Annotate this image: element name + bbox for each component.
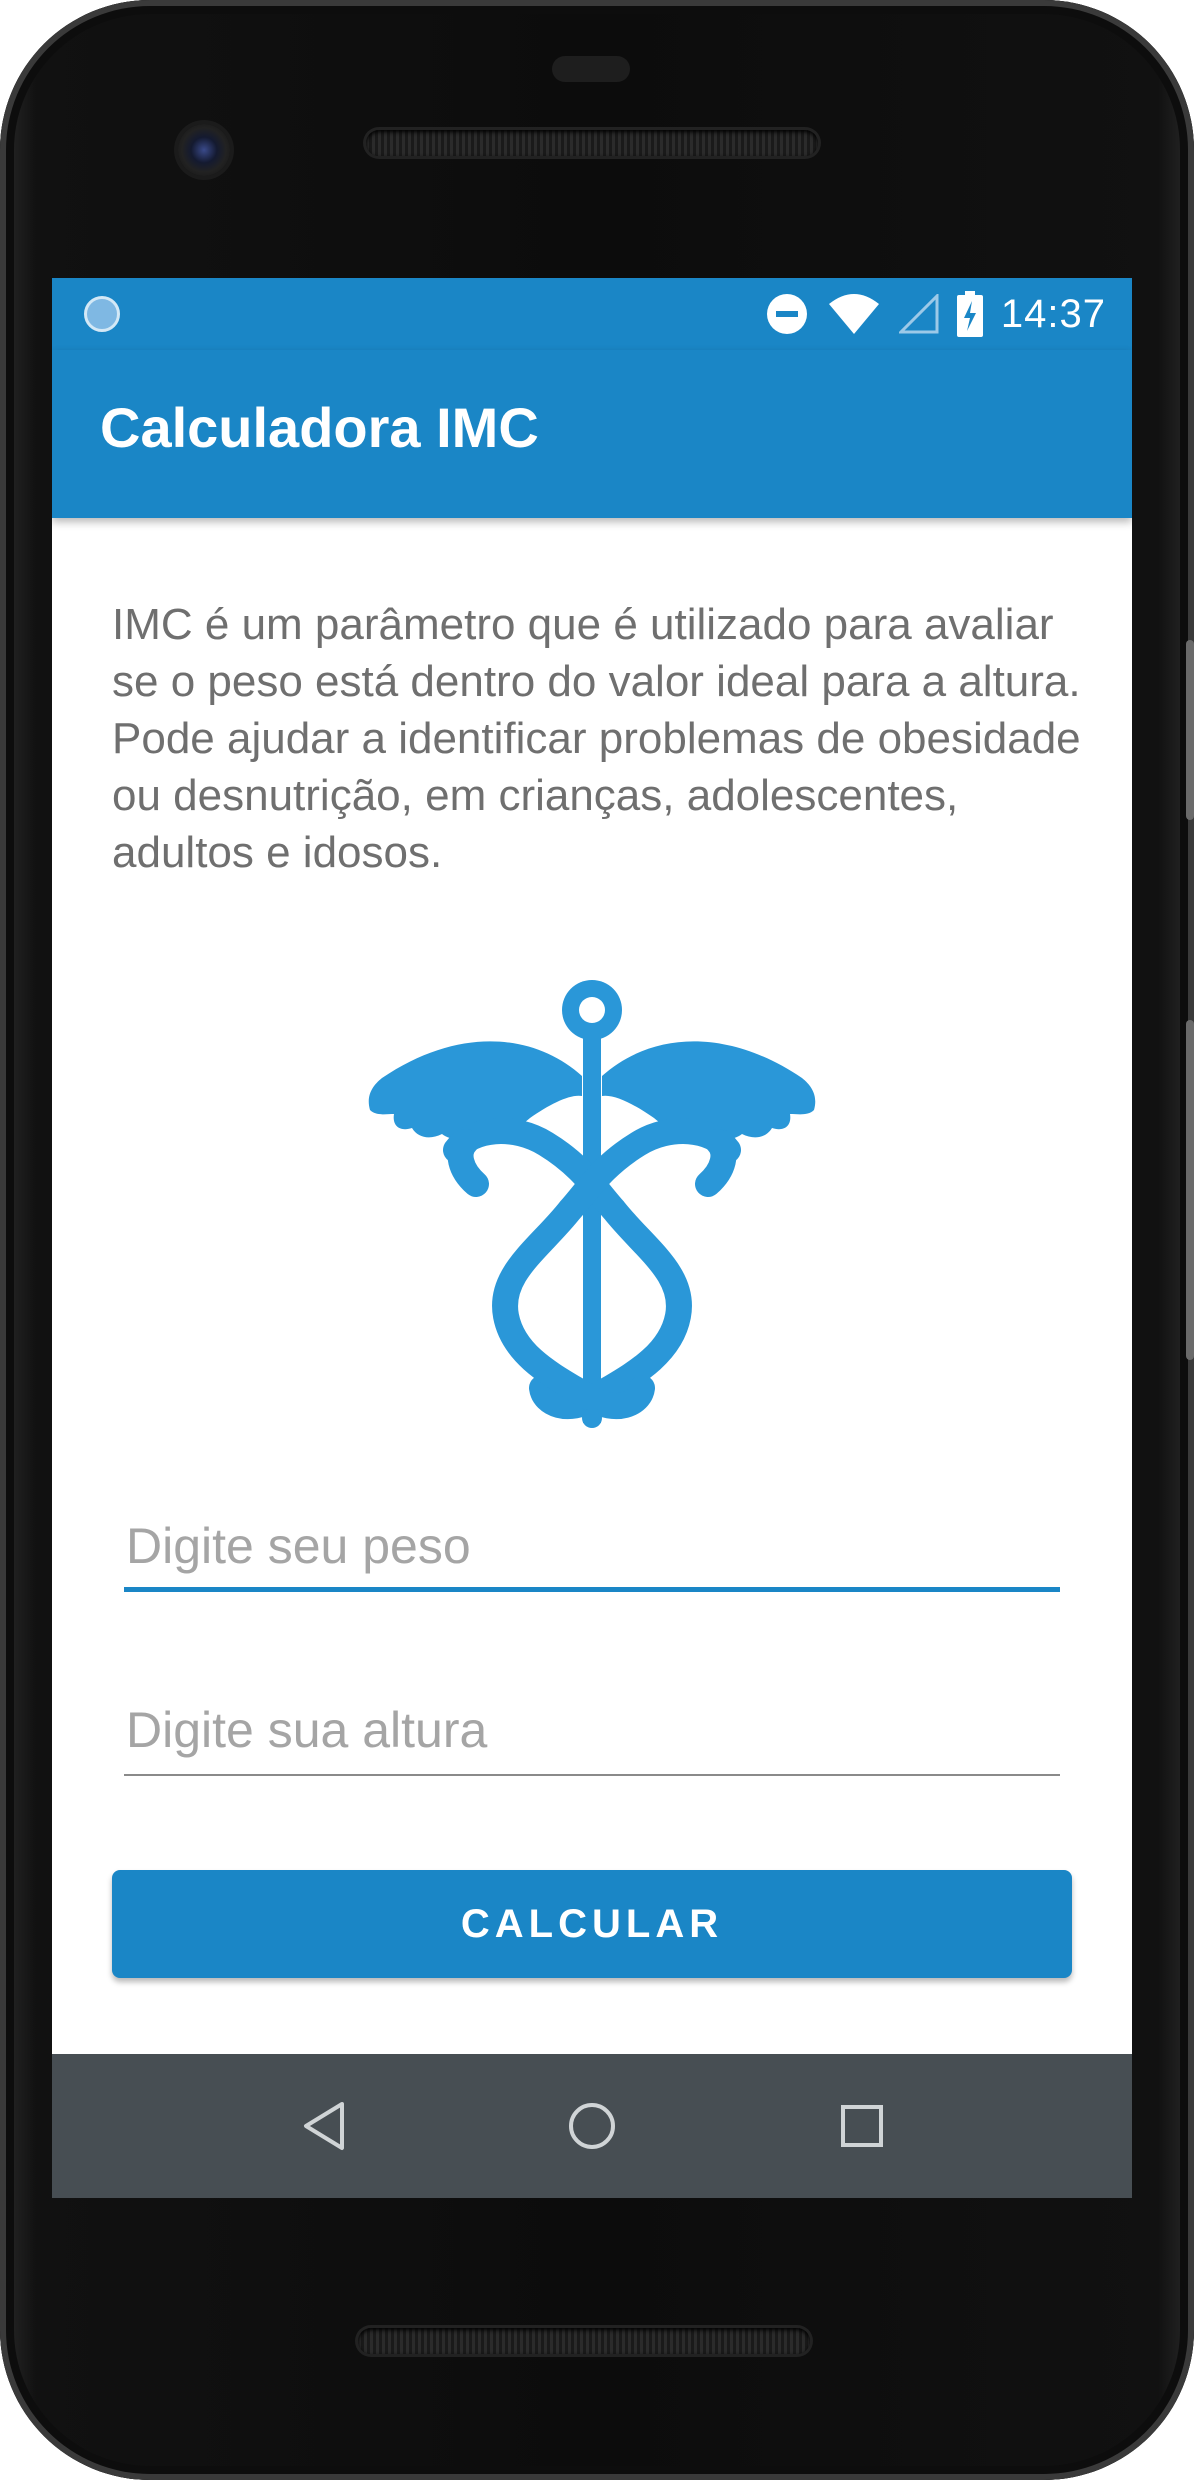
proximity-sensor	[552, 56, 630, 82]
back-icon	[304, 2102, 344, 2150]
weight-field[interactable]	[124, 1500, 1060, 1592]
weight-underline	[124, 1587, 1060, 1592]
height-input[interactable]	[124, 1684, 1060, 1776]
app-title: Calculadora IMC	[100, 396, 539, 459]
front-camera	[178, 124, 230, 176]
height-field[interactable]	[124, 1684, 1060, 1776]
do-not-disturb-icon	[766, 294, 807, 334]
power-button	[1186, 640, 1194, 820]
recents-icon	[841, 2105, 883, 2147]
earpiece-speaker	[366, 130, 818, 156]
screen: 14:37 Calculadora IMC IMC é um parâmetro…	[52, 278, 1132, 2198]
description-text: IMC é um parâmetro que é utilizado para …	[112, 600, 1081, 877]
recents-button[interactable]	[826, 2090, 898, 2162]
battery-charging-icon	[956, 291, 983, 337]
weight-input[interactable]	[124, 1500, 1060, 1592]
app-bar: Calculadora IMC	[52, 350, 1132, 518]
height-underline	[124, 1774, 1060, 1776]
calculate-button[interactable]: CALCULAR	[112, 1870, 1072, 1978]
cell-signal-icon	[898, 294, 939, 334]
home-button[interactable]	[556, 2090, 628, 2162]
loading-icon	[84, 296, 120, 332]
status-time: 14:37	[1000, 291, 1106, 336]
status-icons: 14:37	[765, 278, 1106, 350]
back-button[interactable]	[288, 2090, 360, 2162]
status-bar: 14:37	[52, 278, 1132, 350]
phone-frame: 14:37 Calculadora IMC IMC é um parâmetro…	[0, 0, 1194, 2480]
caduceus-icon	[368, 980, 816, 1428]
home-icon	[569, 2103, 615, 2149]
bottom-speaker	[358, 2328, 810, 2354]
navigation-bar	[52, 2054, 1132, 2198]
wifi-icon	[828, 294, 879, 334]
volume-button	[1186, 1020, 1194, 1360]
